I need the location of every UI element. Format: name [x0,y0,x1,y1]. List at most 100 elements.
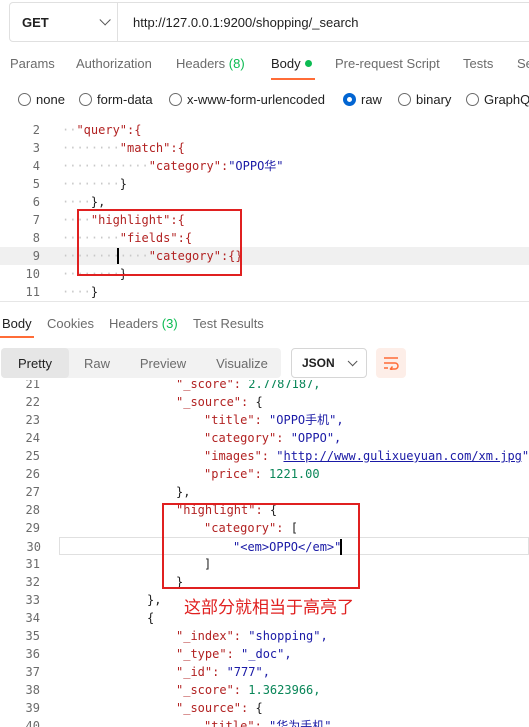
tab-response-body[interactable]: Body [2,316,32,331]
radio-label: form-data [97,92,153,107]
line-number: 10 [25,267,40,281]
radio-urlencoded[interactable]: x-www-form-urlencoded [169,92,325,107]
code-text: "_score": 1.3623966, [176,683,321,697]
code-text: "category": "OPPO", [204,431,342,445]
tab-body-label: Body [271,56,301,71]
line-number: 36 [25,647,40,661]
code-text: }, [176,485,191,499]
radio-circle-icon [169,93,182,106]
radio-form-data[interactable]: form-data [79,92,153,107]
line-number: 30 [26,540,41,554]
tab-body[interactable]: Body [271,56,312,71]
line-number: 39 [25,701,40,715]
code-line: 39 "_source": { [0,699,529,717]
line-number: 24 [25,431,40,445]
line-number: 37 [25,665,40,679]
code-text: "title": "华为手机", [204,719,339,727]
radio-graphql[interactable]: GraphQL [466,92,529,107]
radio-raw[interactable]: raw [343,92,382,107]
wrap-lines-icon [384,357,399,370]
radio-none[interactable]: none [18,92,65,107]
radio-selected-icon [343,93,356,106]
line-number: 7 [32,213,40,227]
visualize-button[interactable]: Visualize [201,348,283,378]
line-number: 23 [25,413,40,427]
code-line: 26 "price": 1221.00 [0,465,529,483]
tab-cookies[interactable]: Cookies [47,316,94,331]
radio-binary[interactable]: binary [398,92,451,107]
raw-button[interactable]: Raw [69,348,125,378]
tab-response-headers-label: Headers [109,316,159,331]
line-number: 3 [32,141,40,155]
tab-headers[interactable]: Headers (8) [176,56,245,71]
tab-authorization[interactable]: Authorization [76,56,152,71]
code-text: }, [147,593,162,607]
wrap-lines-button[interactable] [376,348,406,378]
body-type-radios: none form-data x-www-form-urlencoded raw… [0,92,529,110]
line-number: 4 [32,159,40,173]
headers-count: (8) [228,56,245,71]
tab-params[interactable]: Params [10,56,55,71]
line-number: 26 [25,467,40,481]
tab-prerequest-script[interactable]: Pre-request Script [335,56,440,71]
line-number: 11 [25,285,40,299]
preview-button[interactable]: Preview [127,348,199,378]
method-label: GET [22,14,49,30]
chevron-down-icon [347,355,358,366]
active-tab-indicator [271,78,315,80]
code-line: 2 ··"query":{ [0,122,529,139]
tab-settings[interactable]: Se [517,56,529,71]
line-number: 28 [25,503,40,517]
code-line: 4 ············"category":"OPPO华" [0,157,529,175]
radio-circle-icon [79,93,92,106]
code-text: { [147,611,155,625]
line-number: 40 [25,719,40,727]
chevron-down-icon [99,14,111,26]
line-number: 35 [25,629,40,643]
radio-circle-icon [466,93,479,106]
code-line: 37 "_id": "777", [0,663,529,681]
code-text: "price": 1221.00 [204,467,320,481]
code-text: "category":"OPPO华" [148,159,284,173]
url-input[interactable]: http://127.0.0.1:9200/shopping/_search [118,15,359,30]
code-text: "_source": { [176,701,263,715]
response-toolbar: Pretty Raw Preview Visualize JSON [0,348,529,378]
code-line: 40 "title": "华为手机", [0,717,529,727]
code-text: }, [90,195,106,209]
line-number: 34 [25,611,40,625]
format-select[interactable]: JSON [291,348,367,378]
code-line: 35 "_index": "shopping", [0,627,529,645]
code-text: "_index": "shopping", [176,629,328,643]
pretty-button[interactable]: Pretty [1,348,69,378]
tab-headers-label: Headers [176,56,226,71]
line-number: 33 [25,593,40,607]
code-line: 27}, [0,483,529,501]
radio-circle-icon [398,93,411,106]
code-line: 23 "title": "OPPO手机", [0,411,529,429]
code-text: } [90,285,99,299]
code-text: "title": "OPPO手机", [204,413,344,427]
line-number: 22 [25,395,40,409]
annotation-box-response [162,503,360,589]
code-text: "_score": 2.7787187, [176,380,321,391]
radio-label: x-www-form-urlencoded [187,92,325,107]
code-line: 36 "_type": "_doc", [0,645,529,663]
code-line: 22 "_source": { [0,393,529,411]
format-label: JSON [302,356,335,370]
request-tabs: Params Authorization Headers (8) Body Pr… [0,56,529,76]
code-line: 3 ········"match":{ [0,139,529,157]
annotation-text: 这部分就相当于高亮了 [184,598,354,618]
tab-tests[interactable]: Tests [463,56,493,71]
code-text: "images": "http://www.gulixueyuan.com/xm… [204,449,529,463]
code-text: "_type": "_doc", [176,647,292,661]
tab-response-headers[interactable]: Headers (3) [109,316,178,331]
request-url-bar: GET http://127.0.0.1:9200/shopping/_sear… [9,2,529,42]
method-select[interactable]: GET [10,3,118,41]
tab-test-results[interactable]: Test Results [193,316,264,331]
line-number: 6 [32,195,40,209]
code-text: "match":{ [119,141,185,155]
response-tabs: Body Cookies Headers (3) Test Results [0,316,529,336]
line-number: 25 [25,449,40,463]
line-number: 27 [25,485,40,499]
line-number: 8 [32,231,40,245]
